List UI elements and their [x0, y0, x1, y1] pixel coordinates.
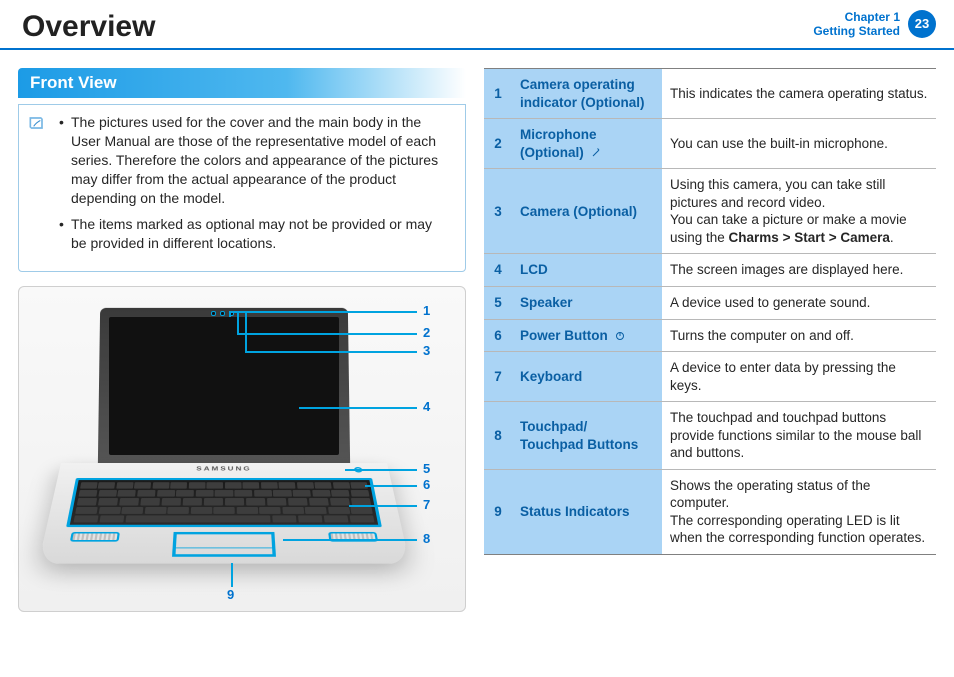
part-description: Shows the operating status of the comput… — [662, 469, 936, 554]
part-name: Status Indicators — [512, 469, 662, 554]
part-number: 6 — [484, 319, 512, 352]
note-item: The pictures used for the cover and the … — [59, 113, 451, 207]
callout-6: 6 — [423, 477, 430, 492]
brand-label: SAMSUNG — [59, 466, 389, 472]
chapter-label-2: Getting Started — [813, 24, 900, 38]
part-name: Speaker — [512, 286, 662, 319]
table-row: 7KeyboardA device to enter data by press… — [484, 352, 936, 402]
part-number: 9 — [484, 469, 512, 554]
table-row: 3Camera (Optional)Using this camera, you… — [484, 169, 936, 254]
table-row: 6Power Button Turns the computer on and … — [484, 319, 936, 352]
callout-5: 5 — [423, 461, 430, 476]
note-item: The items marked as optional may not be … — [59, 215, 451, 253]
page-header: Overview Chapter 1 Getting Started 23 — [0, 0, 954, 50]
callout-8: 8 — [423, 531, 430, 546]
part-number: 8 — [484, 402, 512, 470]
note-list: The pictures used for the cover and the … — [59, 113, 451, 253]
touchpad-markup — [172, 532, 276, 557]
part-name: Keyboard — [512, 352, 662, 402]
diagram-frame: SAMSUNG — [18, 286, 466, 612]
callout-4: 4 — [423, 399, 430, 414]
note-box: The pictures used for the cover and the … — [18, 104, 466, 272]
part-description: The touchpad and touchpad buttons provid… — [662, 402, 936, 470]
part-description: A device used to generate sound. — [662, 286, 936, 319]
table-row: 4LCDThe screen images are displayed here… — [484, 254, 936, 287]
part-description: This indicates the camera operating stat… — [662, 69, 936, 119]
page-title: Overview — [22, 10, 155, 44]
part-description: Using this camera, you can take still pi… — [662, 169, 936, 254]
part-description: A device to enter data by pressing the k… — [662, 352, 936, 402]
part-number: 1 — [484, 69, 512, 119]
part-number: 7 — [484, 352, 512, 402]
part-name: LCD — [512, 254, 662, 287]
chapter-label-1: Chapter 1 — [813, 10, 900, 24]
part-description: The screen images are displayed here. — [662, 254, 936, 287]
callout-7: 7 — [423, 497, 430, 512]
note-icon — [27, 113, 47, 139]
keyboard-markup — [66, 478, 382, 527]
table-row: 9Status IndicatorsShows the operating st… — [484, 469, 936, 554]
table-row: 5SpeakerA device used to generate sound. — [484, 286, 936, 319]
microphone-icon — [590, 146, 602, 160]
part-name: Microphone (Optional) — [512, 119, 662, 169]
part-name: Touchpad/ Touchpad Buttons — [512, 402, 662, 470]
laptop-illustration: SAMSUNG — [59, 307, 389, 587]
part-description: You can use the built-in microphone. — [662, 119, 936, 169]
callout-2: 2 — [423, 325, 430, 340]
part-number: 5 — [484, 286, 512, 319]
header-right: Chapter 1 Getting Started 23 — [813, 10, 936, 38]
callout-1: 1 — [423, 303, 430, 318]
callout-3: 3 — [423, 343, 430, 358]
page-number-badge: 23 — [908, 10, 936, 38]
parts-table: 1Camera operating indicator (Optional)Th… — [484, 68, 936, 555]
table-row: 2Microphone (Optional) You can use the b… — [484, 119, 936, 169]
section-title: Front View — [18, 68, 466, 98]
power-icon — [614, 329, 626, 343]
speaker-left-markup — [70, 532, 120, 542]
part-name: Camera operating indicator (Optional) — [512, 69, 662, 119]
laptop-screen — [109, 317, 339, 455]
part-number: 4 — [484, 254, 512, 287]
table-row: 1Camera operating indicator (Optional)Th… — [484, 69, 936, 119]
part-description: Turns the computer on and off. — [662, 319, 936, 352]
part-name: Camera (Optional) — [512, 169, 662, 254]
callout-9: 9 — [227, 587, 234, 602]
part-name: Power Button — [512, 319, 662, 352]
laptop-base: SAMSUNG — [38, 463, 410, 564]
table-row: 8Touchpad/ Touchpad ButtonsThe touchpad … — [484, 402, 936, 470]
part-number: 3 — [484, 169, 512, 254]
part-number: 2 — [484, 119, 512, 169]
parts-table-body: 1Camera operating indicator (Optional)Th… — [484, 69, 936, 555]
